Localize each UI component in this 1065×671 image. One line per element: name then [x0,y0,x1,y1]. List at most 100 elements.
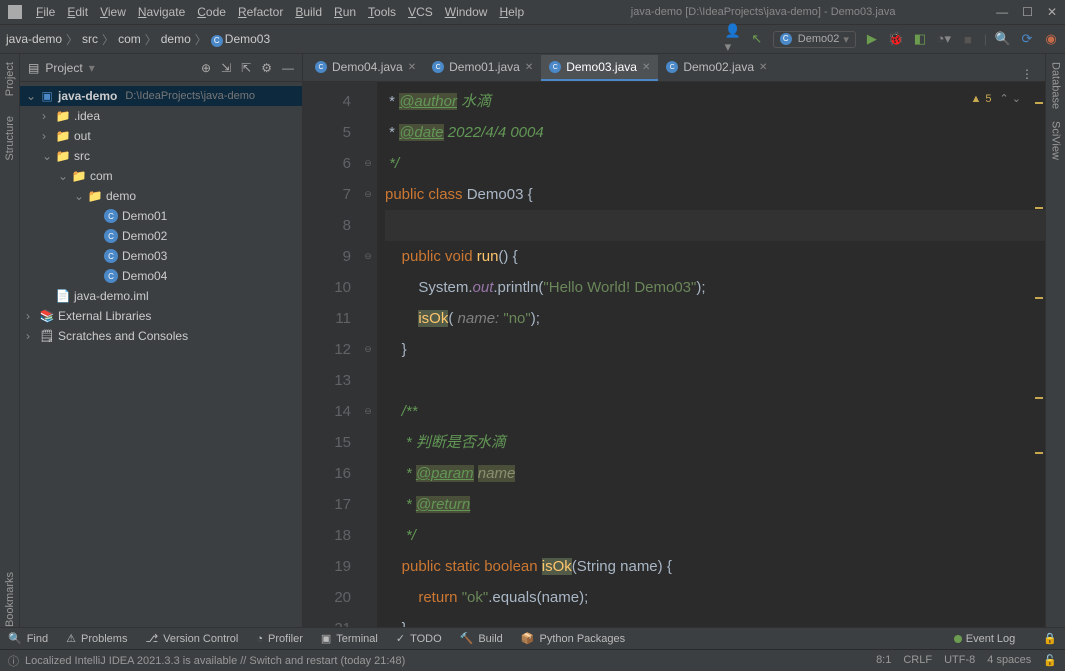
bottom-tool-build[interactable]: 🔨Build [460,632,503,645]
code-line[interactable]: * @param name [385,458,1045,489]
tree-row[interactable]: ⌄📁demo [20,186,302,206]
breadcrumb-item[interactable]: java-demo [6,32,62,46]
profiler-icon[interactable]: ◔▾ [936,31,952,47]
code-line[interactable]: */ [385,520,1045,551]
menu-help[interactable]: Help [493,3,530,21]
status-caret-pos[interactable]: 8:1 [876,654,891,667]
coverage-icon[interactable]: ◧ [912,31,928,47]
code-line[interactable] [385,365,1045,396]
maximize-icon[interactable]: ☐ [1022,5,1033,19]
settings-gear-icon[interactable]: ⚙ [261,61,272,75]
menu-view[interactable]: View [94,3,132,21]
breadcrumb-item[interactable]: CDemo03 [211,32,270,47]
close-icon[interactable]: ✕ [1047,5,1057,19]
locate-icon[interactable]: ⊕ [201,61,211,75]
status-encoding[interactable]: UTF-8 [944,654,975,667]
status-indent[interactable]: 4 spaces [987,654,1031,667]
code-line[interactable]: /** [385,396,1045,427]
bottom-tool-find[interactable]: 🔍Find [8,632,48,645]
editor-tab[interactable]: CDemo03.java✕ [541,55,658,81]
sync-icon[interactable]: ⟳ [1019,31,1035,47]
project-tree[interactable]: ⌄▣java-demo D:\IdeaProjects\java-demo›📁.… [20,82,302,627]
toolwin-sciview[interactable]: SciView [1050,121,1062,160]
breadcrumb-item[interactable]: com [118,32,141,46]
menu-code[interactable]: Code [191,3,232,21]
minimize-icon[interactable]: — [996,5,1008,19]
menu-refactor[interactable]: Refactor [232,3,289,21]
close-tab-icon[interactable]: ✕ [642,62,650,73]
tree-row[interactable]: ⌄📁com [20,166,302,186]
bottom-tool-terminal[interactable]: ▣Terminal [321,632,378,645]
tree-row[interactable]: CDemo01 [20,206,302,226]
close-tab-icon[interactable]: ✕ [408,62,416,73]
project-view-label[interactable]: Project [45,61,82,75]
collapse-all-icon[interactable]: ⇱ [241,61,251,75]
menu-window[interactable]: Window [439,3,494,21]
tree-row[interactable]: ›📚External Libraries [20,306,302,326]
toolwin-database[interactable]: Database [1050,62,1062,109]
code-line[interactable]: public static boolean isOk(String name) … [385,551,1045,582]
breadcrumb-item[interactable]: demo [161,32,191,46]
menu-run[interactable]: Run [328,3,362,21]
code-line[interactable]: * 判断是否水滴 [385,427,1045,458]
tree-row[interactable]: CDemo04 [20,266,302,286]
tree-row[interactable]: CDemo03 [20,246,302,266]
line-gutter[interactable]: 456789101112131415161718192021 [303,82,359,627]
menu-build[interactable]: Build [289,3,328,21]
menu-edit[interactable]: Edit [61,3,94,21]
code-line[interactable]: return "ok".equals(name); [385,582,1045,613]
code-line[interactable]: System.out.println("Hello World! Demo03"… [385,272,1045,303]
menu-file[interactable]: File [30,3,61,21]
code-line[interactable]: } [385,613,1045,627]
menu-navigate[interactable]: Navigate [132,3,191,21]
bottom-tool-todo[interactable]: ✓TODO [396,632,442,645]
code-line[interactable]: * @date 2022/4/4 0004 [385,117,1045,148]
fold-gutter[interactable]: ⊖⊖⊖⊖⊖ [359,82,377,627]
tree-row[interactable]: CDemo02 [20,226,302,246]
menu-tools[interactable]: Tools [362,3,402,21]
status-info-icon[interactable]: ⓘ [8,653,19,669]
toolwin-bookmarks[interactable]: Bookmarks [4,572,16,627]
close-tab-icon[interactable]: ✕ [525,62,533,73]
tree-row[interactable]: ›📁.idea [20,106,302,126]
status-line-sep[interactable]: CRLF [903,654,932,667]
ide-features-icon[interactable]: ◉ [1043,31,1059,47]
bottom-tool-version-control[interactable]: ⎇Version Control [145,632,238,645]
tree-row[interactable]: ⌄📁src [20,146,302,166]
code-line[interactable]: public void run() { [385,241,1045,272]
event-log-button[interactable]: Event Log [954,633,1016,645]
toolwin-project[interactable]: Project [4,62,16,96]
status-message[interactable]: Localized IntelliJ IDEA 2021.3.3 is avai… [25,655,405,667]
tree-row[interactable]: 📄java-demo.iml [20,286,302,306]
tree-row[interactable]: ›📁out [20,126,302,146]
close-tab-icon[interactable]: ✕ [759,62,767,73]
bottom-tool-python-packages[interactable]: 📦Python Packages [521,632,625,645]
code-line[interactable]: } [385,334,1045,365]
code-line[interactable]: isOk( name: "no"); [385,303,1045,334]
editor-tab[interactable]: CDemo04.java✕ [307,55,424,81]
code-line[interactable]: * @return [385,489,1045,520]
run-icon[interactable]: ▶ [864,31,880,47]
stop-icon[interactable]: ■ [960,31,976,47]
code-line[interactable]: */ [385,148,1045,179]
scrollbar-marks[interactable] [1033,82,1045,627]
expand-all-icon[interactable]: ⇲ [221,61,231,75]
breadcrumb-item[interactable]: src [82,32,98,46]
run-config-selector[interactable]: CDemo02▾ [773,31,856,48]
user-icon[interactable]: 👤▾ [725,31,741,47]
tree-row[interactable]: ⌄▣java-demo D:\IdeaProjects\java-demo [20,86,302,106]
bottom-tool-problems[interactable]: ⚠Problems [66,632,127,645]
search-icon[interactable]: 🔍 [995,31,1011,47]
code-line[interactable]: * @author 水滴 [385,86,1045,117]
debug-icon[interactable]: 🐞 [888,31,904,47]
inspection-badge[interactable]: ▲ 5 ⌃ ⌄ [970,84,1021,115]
editor-tab[interactable]: CDemo01.java✕ [424,55,541,81]
code-line[interactable]: public class Demo03 { [385,179,1045,210]
breadcrumb[interactable]: java-demo〉src〉com〉demo〉CDemo03 [6,31,270,48]
code-line[interactable] [385,210,1045,241]
toolwin-structure[interactable]: Structure [4,116,16,161]
bottom-tool-profiler[interactable]: ◔Profiler [256,633,303,645]
ide-lock-icon[interactable]: 🔒 [1043,632,1057,645]
code-editor[interactable]: 456789101112131415161718192021 ⊖⊖⊖⊖⊖ ▲ 5… [303,82,1045,627]
tree-row[interactable]: ›🗒Scratches and Consoles [20,326,302,346]
